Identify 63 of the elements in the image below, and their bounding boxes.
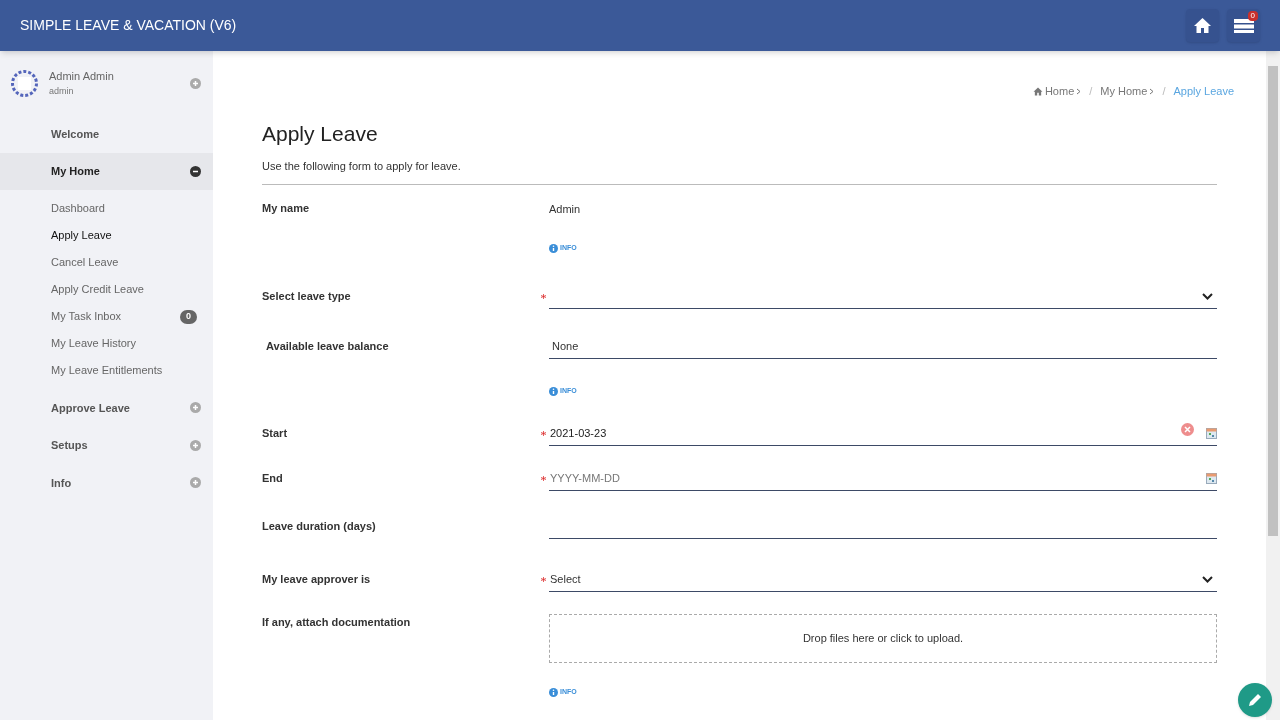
clear-icon[interactable] [1181,422,1194,436]
home-button[interactable] [1186,9,1219,42]
sidebar-item[interactable]: My Home [51,163,100,180]
user-name: Admin Admin [49,69,114,84]
input-field[interactable]: None [549,334,1217,359]
sidebar-subitem[interactable]: My Leave Entitlements [51,362,163,379]
chevron-icon [1149,88,1155,95]
sidebar-subitem[interactable]: Apply Leave [51,227,112,244]
minus-icon[interactable] [190,165,201,177]
page-title: Apply Leave [262,121,379,147]
chevron-down-icon [1202,575,1213,583]
sidebar-subitem[interactable]: Dashboard [51,200,105,217]
chevron-down-icon [1202,292,1213,300]
tasks-button[interactable]: 0 [1227,9,1260,42]
sidebar-row[interactable]: Welcome [0,115,213,153]
breadcrumb-separator: / [1162,84,1166,100]
sidebar-subitem[interactable]: Cancel Leave [51,254,119,271]
sidebar-subitem[interactable]: My Leave History [51,335,136,352]
sidebar-item[interactable]: Setups [51,437,88,454]
field-value: Admin [549,203,581,215]
breadcrumb-link[interactable]: My Home [1100,83,1148,100]
chevron-icon [1076,88,1082,95]
file-dropzone[interactable]: Drop files here or click to upload. [549,614,1217,663]
field-label: Start [262,426,288,442]
count-badge: 0 [180,309,197,324]
date-field[interactable]: 2021-03-23 [549,421,1217,446]
home-icon [1032,87,1043,96]
select-field[interactable]: Select [549,567,1217,592]
list-icon [1233,17,1254,34]
field-label: Select leave type [262,289,351,305]
notification-badge: 0 [1247,11,1258,21]
sidebar-item[interactable]: Approve Leave [51,399,130,416]
breadcrumb-link[interactable]: Home [1044,83,1075,100]
field-label: End [262,471,283,487]
field-label: My name [262,200,310,216]
calendar-icon[interactable] [1206,427,1217,439]
field-label: Available leave balance [265,338,389,354]
pencil-icon [1247,692,1263,708]
sidebar-subitem[interactable]: My Task Inbox [51,308,122,325]
user-login: admin [49,84,75,98]
calendar-icon[interactable] [1206,472,1217,484]
edit-button[interactable] [1238,683,1272,717]
breadcrumb-separator: / [1089,84,1093,100]
scrollbar[interactable] [1266,51,1280,720]
app-title: SIMPLE LEAVE & VACATION (V6) [20,16,237,35]
info-icon [549,244,558,253]
field-label: If any, attach documentation [262,615,411,630]
home-icon [1193,17,1212,34]
breadcrumb-link[interactable]: Apply Leave [1173,83,1234,100]
info-icon [549,387,558,396]
field-label: My leave approver is [262,572,371,588]
field-label: Leave duration (days) [262,518,376,534]
plus-icon[interactable] [190,439,201,451]
avatar-icon [11,69,38,97]
sidebar-item[interactable]: Welcome [51,125,100,142]
plus-icon[interactable] [190,402,201,414]
sidebar-subitem[interactable]: Apply Credit Leave [51,281,144,298]
sidebar-item[interactable]: Info [51,474,72,491]
page-subtitle: Use the following form to apply for leave. [262,157,1217,185]
plus-icon[interactable] [190,477,201,489]
date-field[interactable]: YYYY-MM-DD [549,466,1217,491]
info-icon [549,688,558,697]
plus-icon[interactable] [190,77,201,89]
